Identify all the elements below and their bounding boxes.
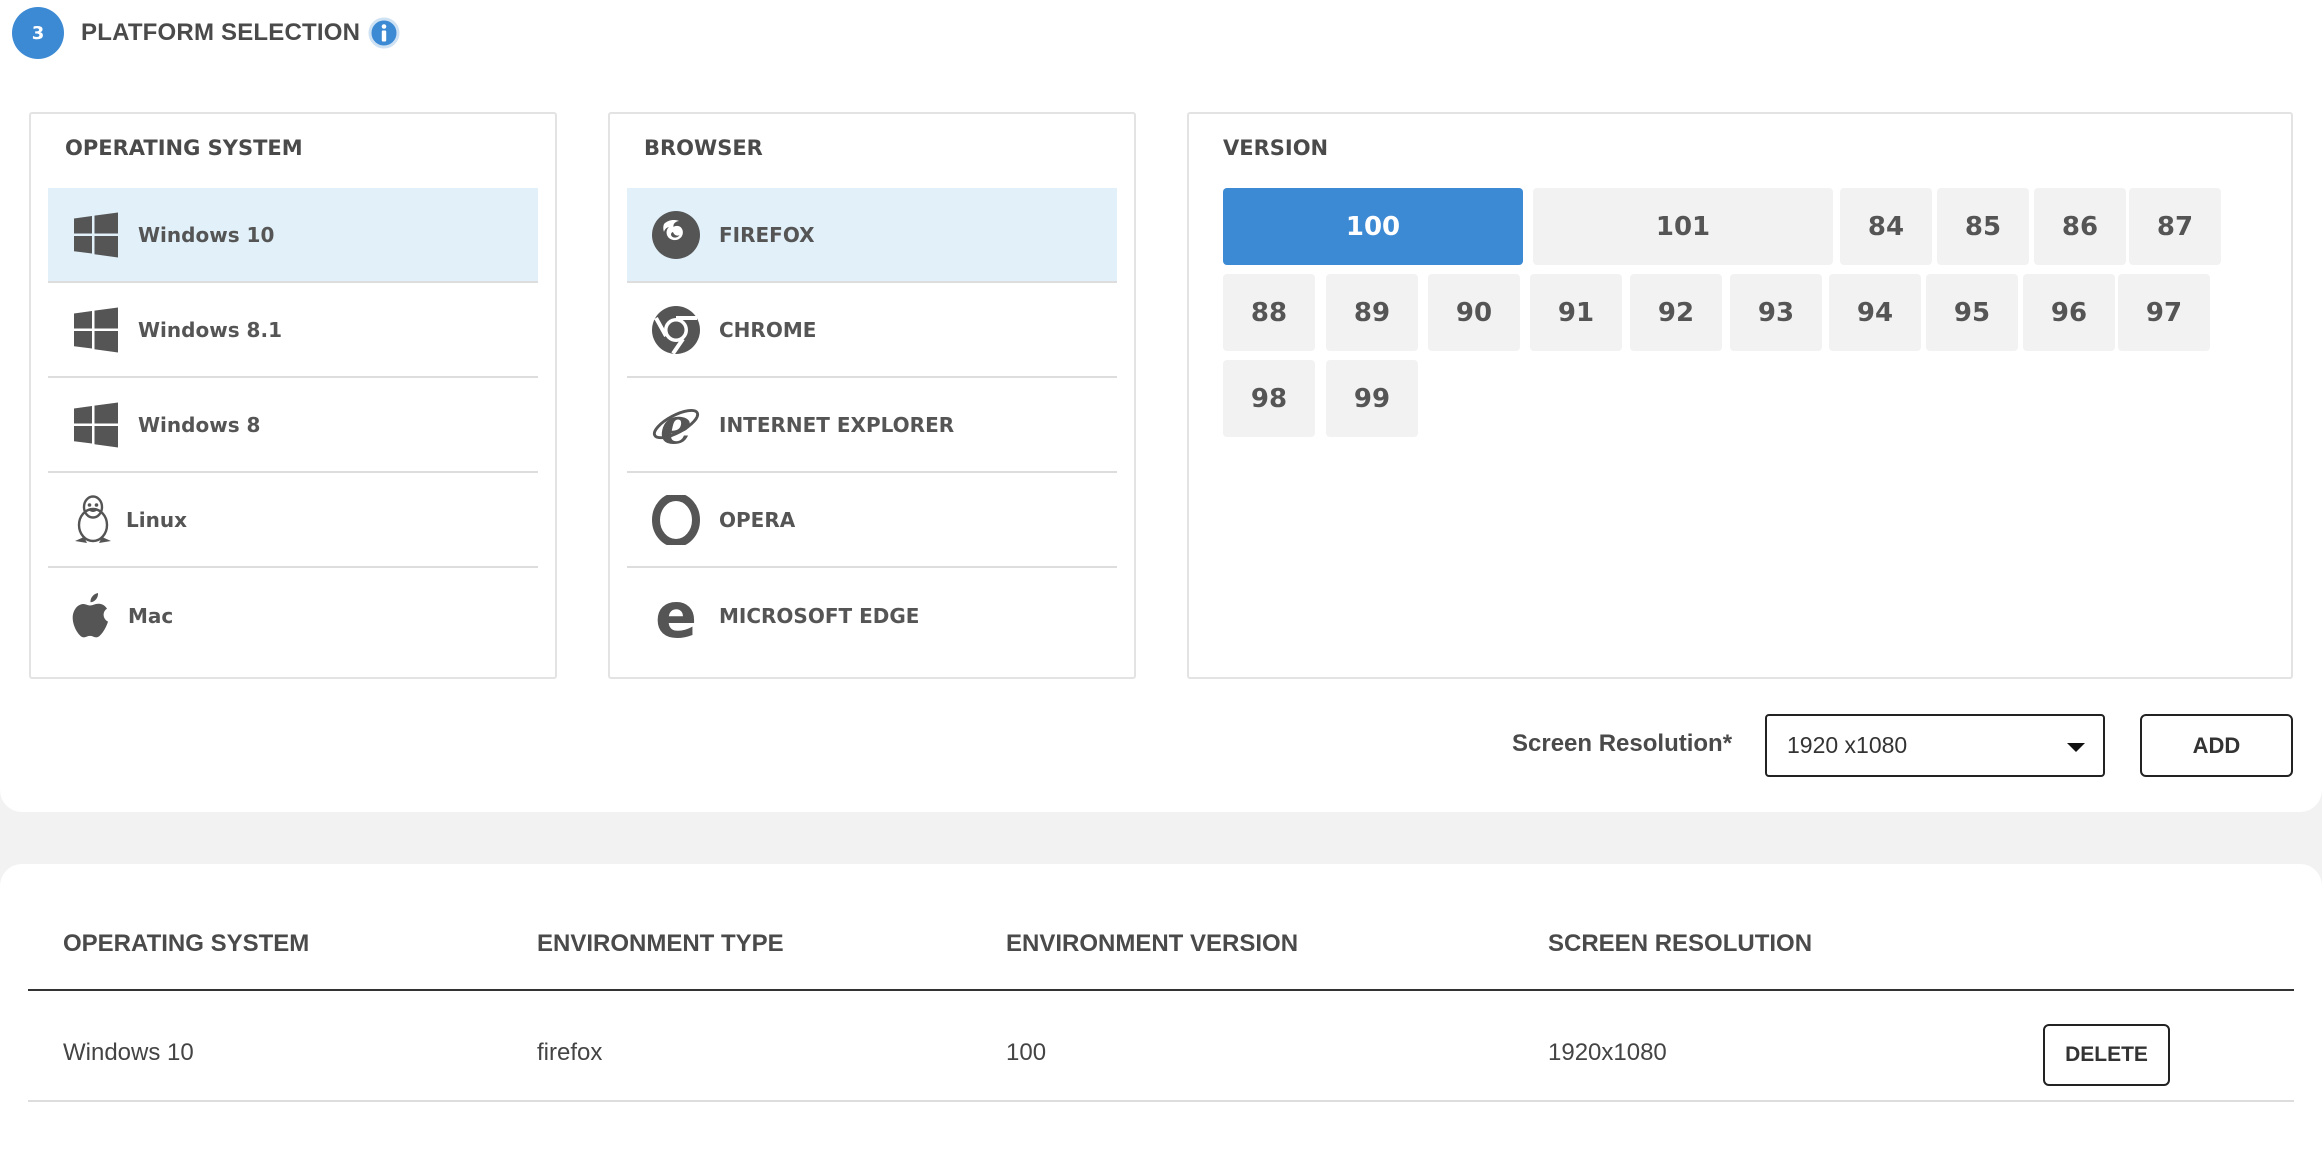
version-button-99[interactable]: 99	[1326, 360, 1418, 437]
column-header-operating-system: OPERATING SYSTEM	[63, 930, 310, 957]
caret-down-icon	[2067, 743, 2085, 752]
os-panel: OPERATING SYSTEM Windows 10 Windows 8.1 …	[29, 112, 557, 679]
version-button-101[interactable]: 101	[1533, 188, 1833, 265]
browser-panel: BROWSER FIREFOX CHROME e INTERNET EXPLOR…	[608, 112, 1136, 679]
browser-option-internet-explorer[interactable]: e INTERNET EXPLORER	[627, 378, 1117, 473]
version-button-95[interactable]: 95	[1926, 274, 2018, 351]
cell-screen-resolution: 1920x1080	[1548, 1039, 1667, 1066]
browser-option-microsoft-edge[interactable]: e MICROSOFT EDGE	[627, 568, 1117, 663]
version-button-91[interactable]: 91	[1530, 274, 1622, 351]
version-panel-title: VERSION	[1223, 136, 1329, 160]
browser-option-label: CHROME	[719, 317, 817, 342]
os-option-label: Mac	[128, 603, 174, 628]
cell-environment-version: 100	[1006, 1039, 1047, 1066]
opera-icon	[651, 492, 701, 548]
step-number-badge: 3	[12, 7, 64, 59]
cell-operating-system: Windows 10	[63, 1039, 194, 1066]
version-button-97[interactable]: 97	[2118, 274, 2210, 351]
delete-button[interactable]: DELETE	[2043, 1024, 2170, 1086]
section-title: PLATFORM SELECTION	[81, 19, 361, 46]
edge-icon: e	[651, 588, 701, 644]
version-button-89[interactable]: 89	[1326, 274, 1418, 351]
version-button-88[interactable]: 88	[1223, 274, 1315, 351]
version-button-92[interactable]: 92	[1630, 274, 1722, 351]
browser-option-firefox[interactable]: FIREFOX	[627, 188, 1117, 283]
column-header-environment-version: ENVIRONMENT VERSION	[1006, 930, 1299, 957]
os-option-windows-10[interactable]: Windows 10	[48, 188, 538, 283]
svg-text:e: e	[660, 400, 692, 450]
windows-icon	[68, 397, 124, 453]
windows-icon	[68, 302, 124, 358]
version-panel: VERSION 100 101 84 85 86 87 88 89 90 91 …	[1187, 112, 2293, 679]
platform-selection-card: 3 PLATFORM SELECTION OPERATING SYSTEM Wi…	[0, 0, 2322, 812]
os-list: Windows 10 Windows 8.1 Windows 8 Linux M…	[48, 188, 538, 663]
version-button-90[interactable]: 90	[1428, 274, 1520, 351]
version-button-87[interactable]: 87	[2129, 188, 2221, 265]
svg-text:e: e	[655, 591, 697, 641]
screen-resolution-label: Screen Resolution*	[1512, 730, 1733, 757]
chrome-icon	[651, 302, 701, 358]
version-button-86[interactable]: 86	[2034, 188, 2126, 265]
browser-panel-title: BROWSER	[644, 136, 763, 160]
os-option-linux[interactable]: Linux	[48, 473, 538, 568]
column-header-screen-resolution: SCREEN RESOLUTION	[1548, 930, 1813, 957]
firefox-icon	[651, 207, 701, 263]
column-header-environment-type: ENVIRONMENT TYPE	[537, 930, 784, 957]
version-button-96[interactable]: 96	[2023, 274, 2115, 351]
browser-option-label: OPERA	[719, 507, 796, 532]
os-option-windows-8[interactable]: Windows 8	[48, 378, 538, 473]
linux-tux-icon	[68, 492, 118, 548]
step-header: 3 PLATFORM SELECTION	[12, 7, 400, 59]
version-button-98[interactable]: 98	[1223, 360, 1315, 437]
cell-environment-type: firefox	[537, 1039, 603, 1066]
screen-resolution-select[interactable]: 1920 x1080	[1765, 714, 2105, 777]
screen-resolution-value: 1920 x1080	[1787, 732, 1908, 758]
environments-table-card	[0, 864, 2322, 1164]
os-option-label: Linux	[126, 507, 187, 532]
os-option-label: Windows 8.1	[138, 317, 282, 342]
browser-option-label: MICROSOFT EDGE	[719, 603, 920, 628]
os-panel-title: OPERATING SYSTEM	[65, 136, 303, 160]
apple-icon	[68, 588, 112, 644]
browser-option-opera[interactable]: OPERA	[627, 473, 1117, 568]
version-button-85[interactable]: 85	[1937, 188, 2029, 265]
version-button-100[interactable]: 100	[1223, 188, 1523, 265]
table-row-divider	[28, 1100, 2294, 1102]
version-button-84[interactable]: 84	[1840, 188, 1932, 265]
browser-list: FIREFOX CHROME e INTERNET EXPLORER OPERA…	[627, 188, 1117, 663]
browser-option-label: INTERNET EXPLORER	[719, 412, 955, 437]
os-option-windows-8-1[interactable]: Windows 8.1	[48, 283, 538, 378]
version-button-93[interactable]: 93	[1730, 274, 1822, 351]
os-option-label: Windows 8	[138, 412, 261, 437]
add-button[interactable]: ADD	[2140, 714, 2293, 777]
os-option-label: Windows 10	[138, 222, 275, 247]
internet-explorer-icon: e	[651, 397, 701, 453]
windows-icon	[68, 207, 124, 263]
browser-option-label: FIREFOX	[719, 222, 815, 247]
table-header-divider	[28, 989, 2294, 991]
info-circle-icon[interactable]	[368, 17, 400, 49]
os-option-mac[interactable]: Mac	[48, 568, 538, 663]
browser-option-chrome[interactable]: CHROME	[627, 283, 1117, 378]
version-button-94[interactable]: 94	[1829, 274, 1921, 351]
